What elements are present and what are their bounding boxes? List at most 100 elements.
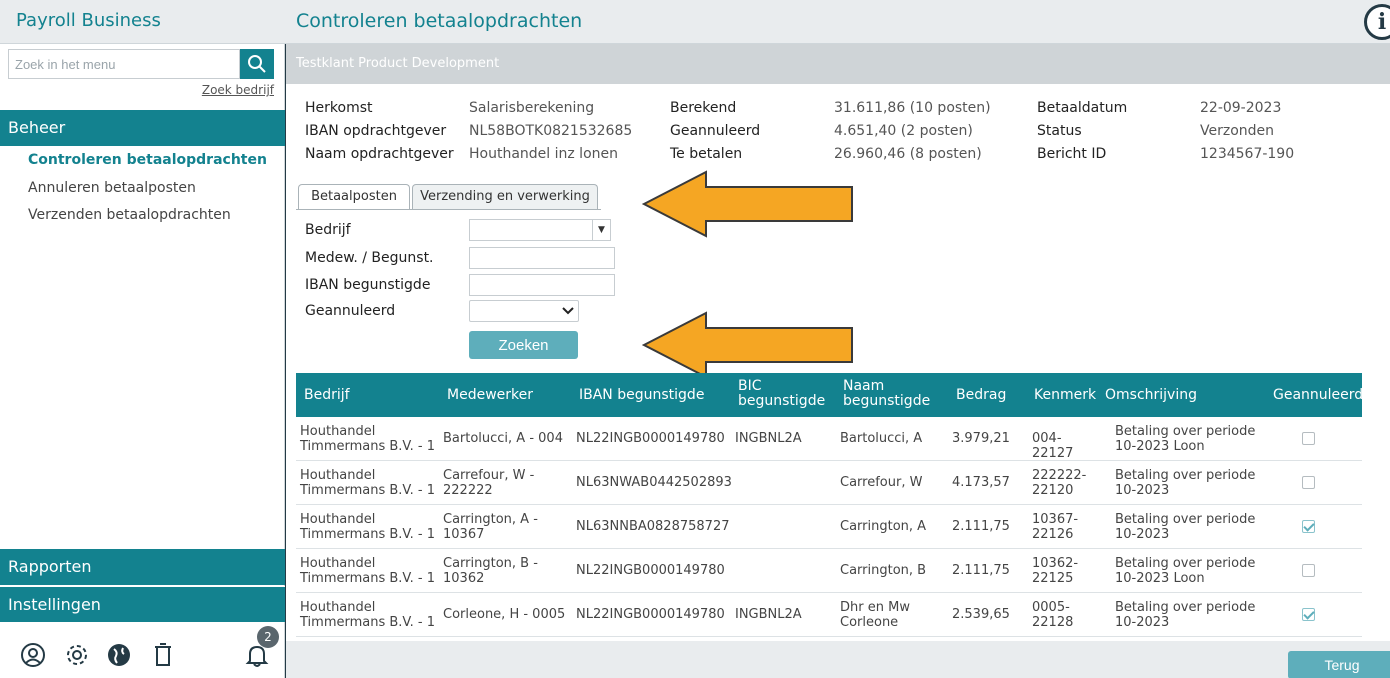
- table-row[interactable]: Houthandel Timmermans B.V. - 1 Corleone,…: [296, 593, 1362, 637]
- column-header[interactable]: IBAN begunstigde: [579, 388, 704, 403]
- bedrijf-select[interactable]: ▼: [469, 219, 611, 241]
- geannuleerd-checkbox[interactable]: [1302, 520, 1315, 533]
- cell-naam: Carrington, B: [840, 563, 927, 578]
- column-header[interactable]: BIC begunstigde: [738, 379, 828, 409]
- summary-value: 1234567-190: [1200, 146, 1295, 162]
- cell-medewerker: Carrington, B - 10362: [443, 556, 538, 586]
- chevron-down-icon: ▼: [592, 220, 610, 240]
- geannuleerd-select[interactable]: [469, 300, 579, 322]
- cell-kenmerk: 222222-22120: [1032, 468, 1087, 498]
- search-button[interactable]: [240, 49, 274, 79]
- cell-bedrag: 4.173,57: [952, 475, 1010, 490]
- summary-value: 22-09-2023: [1200, 100, 1282, 116]
- section-instellingen[interactable]: Instellingen: [0, 586, 285, 622]
- sidebar-item-controleren[interactable]: Controleren betaalopdrachten: [28, 152, 267, 168]
- trash-icon[interactable]: [148, 640, 178, 670]
- cell-kenmerk: 10367-22126: [1032, 512, 1079, 542]
- table-row[interactable]: Houthandel Timmermans B.V. - 1 Carringto…: [296, 505, 1362, 549]
- filter-label-medewerker: Medew. / Begunst.: [305, 250, 434, 266]
- cell-kenmerk: 0005-22128: [1032, 600, 1074, 630]
- menu-search: [8, 49, 274, 79]
- cell-bedrijf: Houthandel Timmermans B.V. - 1: [300, 512, 435, 542]
- summary-panel: Herkomst Salarisberekening IBAN opdracht…: [286, 84, 1390, 174]
- summary-label: Geannuleerd: [670, 123, 761, 139]
- annotation-arrow-icon: [642, 170, 853, 238]
- geannuleerd-checkbox[interactable]: [1302, 608, 1315, 621]
- column-header[interactable]: Bedrag: [956, 388, 1006, 403]
- summary-value: Salarisberekening: [469, 100, 595, 116]
- summary-label: Te betalen: [670, 146, 743, 162]
- column-header[interactable]: Medewerker: [447, 388, 533, 403]
- summary-value: Verzonden: [1200, 123, 1275, 139]
- cell-bedrag: 3.979,21: [952, 431, 1010, 446]
- cell-naam: Carrington, A: [840, 519, 927, 534]
- cell-kenmerk: 004-22127: [1032, 431, 1074, 461]
- iban-input[interactable]: [469, 274, 615, 296]
- summary-label: Status: [1037, 123, 1082, 139]
- cell-omschrijving: Betaling over periode 10-2023: [1115, 468, 1256, 498]
- column-header[interactable]: Bedrijf: [304, 388, 350, 403]
- terug-button[interactable]: Terug: [1288, 651, 1390, 678]
- client-bar: Testklant Product Development: [286, 44, 1390, 84]
- cell-omschrijving: Betaling over periode 10-2023: [1115, 512, 1256, 542]
- cell-naam: Carrefour, W: [840, 475, 923, 490]
- annotation-arrow-icon: [642, 311, 853, 379]
- column-header[interactable]: Omschrijving: [1105, 388, 1197, 403]
- summary-value: NL58BOTK0821532685: [469, 123, 633, 139]
- zoeken-button[interactable]: Zoeken: [469, 331, 578, 359]
- cell-iban: NL22INGB0000149780: [576, 563, 725, 578]
- table-row[interactable]: Houthandel Timmermans B.V. - 1 Bartolucc…: [296, 417, 1362, 461]
- table-row[interactable]: Houthandel Timmermans B.V. - 1 Carrefour…: [296, 461, 1362, 505]
- sidebar-icon-bar: 2: [0, 626, 285, 678]
- notification-badge: 2: [257, 626, 279, 648]
- cell-bedrijf: Houthandel Timmermans B.V. - 1: [300, 600, 435, 630]
- menu-search-input[interactable]: [8, 49, 240, 79]
- page-title: Controleren betaalopdrachten: [296, 10, 583, 32]
- cell-bedrijf: Houthandel Timmermans B.V. - 1: [300, 424, 435, 454]
- tab-betaalposten[interactable]: Betaalposten: [298, 184, 410, 210]
- section-rapporten[interactable]: Rapporten: [0, 549, 285, 585]
- geannuleerd-checkbox[interactable]: [1302, 432, 1315, 445]
- section-beheer[interactable]: Beheer: [0, 110, 285, 146]
- tab-verzending[interactable]: Verzending en verwerking: [412, 184, 598, 210]
- column-header[interactable]: Kenmerk: [1034, 388, 1096, 403]
- summary-value: 31.611,86 (10 posten): [834, 100, 991, 116]
- footer-bar: Terug: [286, 641, 1390, 678]
- sidebar-item-annuleren[interactable]: Annuleren betaalposten: [28, 180, 196, 196]
- cell-bedrag: 2.111,75: [952, 519, 1010, 534]
- medewerker-input[interactable]: [469, 247, 615, 269]
- chevron-down-icon: [562, 307, 574, 315]
- cell-naam: Dhr en Mw Corleone: [840, 600, 910, 630]
- cell-iban: NL63NWAB0442502893: [576, 475, 732, 490]
- gear-icon[interactable]: [62, 640, 92, 670]
- cell-iban: NL63NNBA0828758727: [576, 519, 730, 534]
- geannuleerd-checkbox[interactable]: [1302, 564, 1315, 577]
- sidebar-item-verzenden[interactable]: Verzenden betaalopdrachten: [28, 207, 231, 223]
- filter-label-iban: IBAN begunstigde: [305, 277, 431, 293]
- cell-bedrag: 2.539,65: [952, 607, 1010, 622]
- globe-icon[interactable]: [104, 640, 134, 670]
- summary-label: Berekend: [670, 100, 737, 116]
- cell-bic: INGBNL2A: [735, 607, 802, 622]
- summary-label: Betaaldatum: [1037, 100, 1128, 116]
- cell-bedrag: 2.111,75: [952, 563, 1010, 578]
- cell-bedrijf: Houthandel Timmermans B.V. - 1: [300, 556, 435, 586]
- cell-omschrijving: Betaling over periode 10-2023 Loon: [1115, 556, 1256, 586]
- brand-title[interactable]: Payroll Business: [16, 10, 161, 31]
- zoek-bedrijf-link[interactable]: Zoek bedrijf: [202, 83, 274, 97]
- user-support-icon[interactable]: [18, 640, 48, 670]
- top-bar: Payroll Business Controleren betaalopdra…: [0, 0, 1390, 44]
- info-icon[interactable]: i: [1364, 4, 1390, 40]
- summary-label: IBAN opdrachtgever: [305, 123, 447, 139]
- column-header[interactable]: Geannuleerd: [1273, 388, 1363, 403]
- cell-naam: Bartolucci, A: [840, 431, 923, 446]
- table-row[interactable]: Houthandel Timmermans B.V. - 1 Carringto…: [296, 549, 1362, 593]
- column-header[interactable]: Naam begunstigde: [843, 379, 933, 409]
- cell-iban: NL22INGB0000149780: [576, 431, 725, 446]
- table-header: Bedrijf Medewerker IBAN begunstigde BIC …: [296, 373, 1363, 417]
- cell-medewerker: Bartolucci, A - 004: [443, 431, 563, 446]
- summary-value: 4.651,40 (2 posten): [834, 123, 973, 139]
- cell-bedrijf: Houthandel Timmermans B.V. - 1: [300, 468, 435, 498]
- cell-medewerker: Carrington, A - 10367: [443, 512, 538, 542]
- geannuleerd-checkbox[interactable]: [1302, 476, 1315, 489]
